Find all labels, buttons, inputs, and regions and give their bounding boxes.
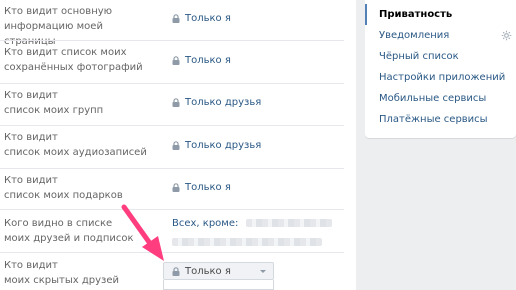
row-label-line: список моих аудиозаписей [4, 147, 147, 158]
sidebar-item-label: Мобильные сервисы [379, 93, 487, 104]
privacy-value-friends-visibility[interactable]: Всех, кроме: [172, 216, 332, 250]
dropdown-selected-value[interactable]: Только я [185, 266, 231, 277]
row-label-line: сохранённых фотографий [4, 62, 143, 73]
privacy-value-text[interactable]: Только друзья [185, 138, 261, 153]
privacy-value-text[interactable]: Только я [185, 180, 231, 195]
row-label-saved-photos: Кто видит список моих сохранённых фотогр… [4, 45, 154, 75]
privacy-value-groups[interactable]: Только друзья [172, 95, 261, 110]
privacy-value-text[interactable]: Только друзья [185, 95, 261, 110]
privacy-value-text[interactable]: Только я [185, 53, 231, 68]
lock-icon [172, 183, 180, 192]
row-label-line: Кто видит [4, 175, 58, 186]
sidebar-item-notifications[interactable]: Уведомления [365, 25, 516, 46]
row-label-groups: Кто видит список моих групп [4, 88, 154, 118]
dropdown-options-list[interactable] [163, 280, 274, 290]
lock-icon [172, 141, 180, 150]
privacy-settings-panel: Кто видит основную информацию моей стран… [0, 0, 356, 290]
row-label-line: Кто видит список моих [4, 47, 127, 58]
settings-sidebar: Приватность Уведомления Чёрный список На… [365, 0, 516, 138]
row-divider [0, 40, 344, 41]
row-divider [0, 252, 344, 253]
row-divider [0, 83, 344, 84]
sidebar-item-privacy[interactable]: Приватность [365, 4, 516, 25]
sidebar-item-label: Уведомления [379, 30, 450, 41]
privacy-value-text[interactable]: Только я [185, 11, 231, 26]
row-label-line: список моих групп [4, 105, 104, 116]
privacy-value-main-info[interactable]: Только я [172, 11, 231, 26]
blurred-names [172, 238, 322, 246]
row-label-gifts: Кто видит список моих подарков [4, 173, 154, 203]
pointer-arrow-icon [121, 204, 164, 261]
row-divider [0, 168, 344, 169]
privacy-value-text[interactable]: Всех, кроме: [172, 218, 238, 229]
chevron-down-icon [260, 270, 266, 273]
row-divider [0, 125, 344, 126]
privacy-value-gifts[interactable]: Только я [172, 180, 231, 195]
sidebar-item-blacklist[interactable]: Чёрный список [365, 46, 516, 67]
privacy-value-saved-photos[interactable]: Только я [172, 53, 231, 68]
gear-icon[interactable] [501, 30, 512, 41]
row-label-audio: Кто видит список моих аудиозаписей [4, 130, 154, 160]
lock-icon [172, 98, 180, 107]
privacy-value-audio[interactable]: Только друзья [172, 138, 261, 153]
blurred-names [245, 219, 332, 227]
lock-icon [172, 56, 180, 65]
row-label-main-info: Кто видит основную информацию моей стран… [4, 4, 154, 49]
sidebar-item-label: Приватность [379, 9, 453, 20]
row-label-line: моих скрытых друзей [4, 275, 120, 286]
sidebar-item-label: Платёжные сервисы [379, 114, 488, 125]
row-divider [0, 209, 344, 210]
row-label-line: список моих подарков [4, 190, 123, 201]
row-label-line: Кто видит [4, 90, 58, 101]
sidebar-item-label: Настройки приложений [379, 72, 506, 83]
sidebar-item-app-settings[interactable]: Настройки приложений [365, 67, 516, 88]
sidebar-item-payment-services[interactable]: Платёжные сервисы [365, 109, 516, 130]
hidden-friends-privacy-dropdown[interactable]: Только я [163, 262, 274, 280]
lock-icon [172, 266, 180, 276]
sidebar-item-label: Чёрный список [379, 51, 459, 62]
sidebar-item-mobile-services[interactable]: Мобильные сервисы [365, 88, 516, 109]
lock-icon [172, 14, 180, 23]
row-label-line: Кто видит [4, 132, 58, 143]
row-label-line: Кто видит основную [4, 6, 113, 17]
